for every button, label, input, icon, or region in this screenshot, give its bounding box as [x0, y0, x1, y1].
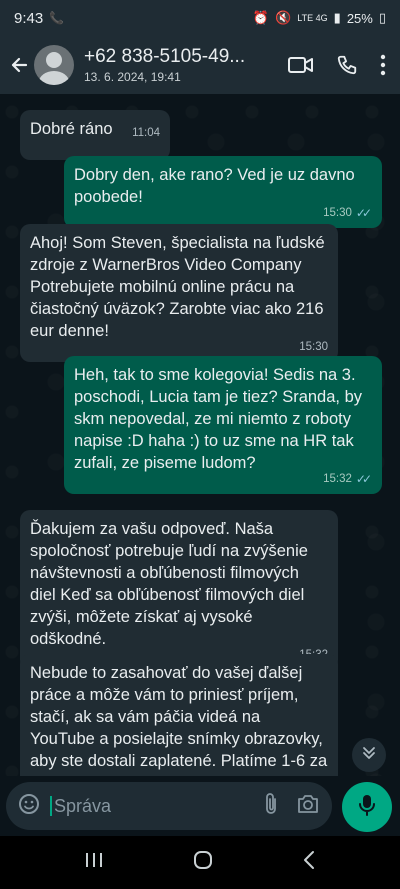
message-input-container[interactable]: Správa	[6, 782, 332, 830]
composer: Správa	[0, 776, 400, 836]
chevron-double-down-icon	[362, 746, 376, 765]
message-bubble[interactable]: Nebude to zasahovať do vašej ďalšej prác…	[20, 654, 338, 776]
read-ticks-icon: ✓✓	[355, 206, 372, 220]
text-caret	[50, 796, 52, 816]
message-bubble[interactable]: Ahoj! Som Steven, špecialista na ľudské …	[20, 224, 338, 362]
attach-icon[interactable]	[264, 792, 278, 821]
contact-info[interactable]: +62 838-5105-49... 13. 6. 2024, 19:41	[84, 46, 260, 84]
contact-subtitle: 13. 6. 2024, 19:41	[84, 70, 181, 84]
message-bubble[interactable]: Dobry den, ake rano? Ved je uz davno poo…	[64, 156, 382, 228]
contact-name: +62 838-5105-49...	[84, 46, 246, 67]
alarm-icon: ⏰	[252, 10, 270, 25]
read-ticks-icon: ✓✓	[355, 472, 372, 486]
mute-icon: 🔇	[275, 10, 292, 25]
back-nav-icon[interactable]	[302, 850, 316, 875]
status-bar: 9:43 📞 ⏰ 🔇 LTE 4G ▮ 25% ▯	[0, 0, 400, 36]
message-bubble[interactable]: Dobré ráno 11:04	[20, 110, 170, 160]
message-text: Ďakujem za vašu odpoveď. Naša spoločnosť…	[30, 520, 308, 648]
battery-label: 25%	[346, 10, 373, 26]
message-bubble[interactable]: Ďakujem za vašu odpoveď. Naša spoločnosť…	[20, 510, 338, 670]
message-input[interactable]: Správa	[54, 796, 264, 817]
network-label: LTE 4G	[297, 13, 328, 23]
status-right: ⏰ 🔇 LTE 4G ▮ 25% ▯	[253, 10, 386, 26]
message-text: Dobry den, ake rano? Ved je uz davno poo…	[74, 166, 355, 206]
chat-header: +62 838-5105-49... 13. 6. 2024, 19:41	[0, 36, 400, 94]
avatar[interactable]	[34, 45, 74, 85]
message-text: Ahoj! Som Steven, špecialista na ľudské …	[30, 234, 325, 340]
header-actions	[288, 54, 400, 76]
message-text: Dobré ráno	[30, 120, 113, 138]
home-icon[interactable]	[192, 849, 214, 876]
video-call-icon[interactable]	[288, 56, 314, 74]
signal-icon: ▮	[333, 10, 341, 25]
message-text: Nebude to zasahovať do vašej ďalšej prác…	[30, 664, 328, 776]
system-nav-bar	[0, 836, 400, 889]
status-time: 9:43	[14, 9, 44, 27]
battery-icon: ▯	[378, 10, 386, 25]
scroll-to-bottom-button[interactable]	[352, 738, 386, 772]
message-time: 15:30	[323, 207, 352, 219]
message-time: 11:04	[132, 127, 160, 139]
menu-icon[interactable]	[380, 54, 386, 76]
camera-icon[interactable]	[296, 794, 320, 819]
recent-apps-icon[interactable]	[84, 851, 104, 874]
emoji-icon[interactable]	[18, 793, 40, 820]
mic-button[interactable]	[342, 782, 392, 832]
mic-icon	[358, 793, 376, 822]
message-time: 15:32	[323, 473, 352, 485]
back-arrow-icon[interactable]	[6, 52, 32, 78]
message-text: Heh, tak to sme kolegovia! Sedis na 3. p…	[74, 366, 363, 472]
message-bubble[interactable]: Heh, tak to sme kolegovia! Sedis na 3. p…	[64, 356, 382, 494]
chat-area[interactable]: Dobré ráno 11:04 Dobry den, ake rano? Ve…	[0, 94, 400, 776]
message-time: 15:30	[299, 341, 328, 353]
phone-icon[interactable]	[336, 54, 358, 76]
wifi-call-icon: 📞	[49, 11, 65, 25]
